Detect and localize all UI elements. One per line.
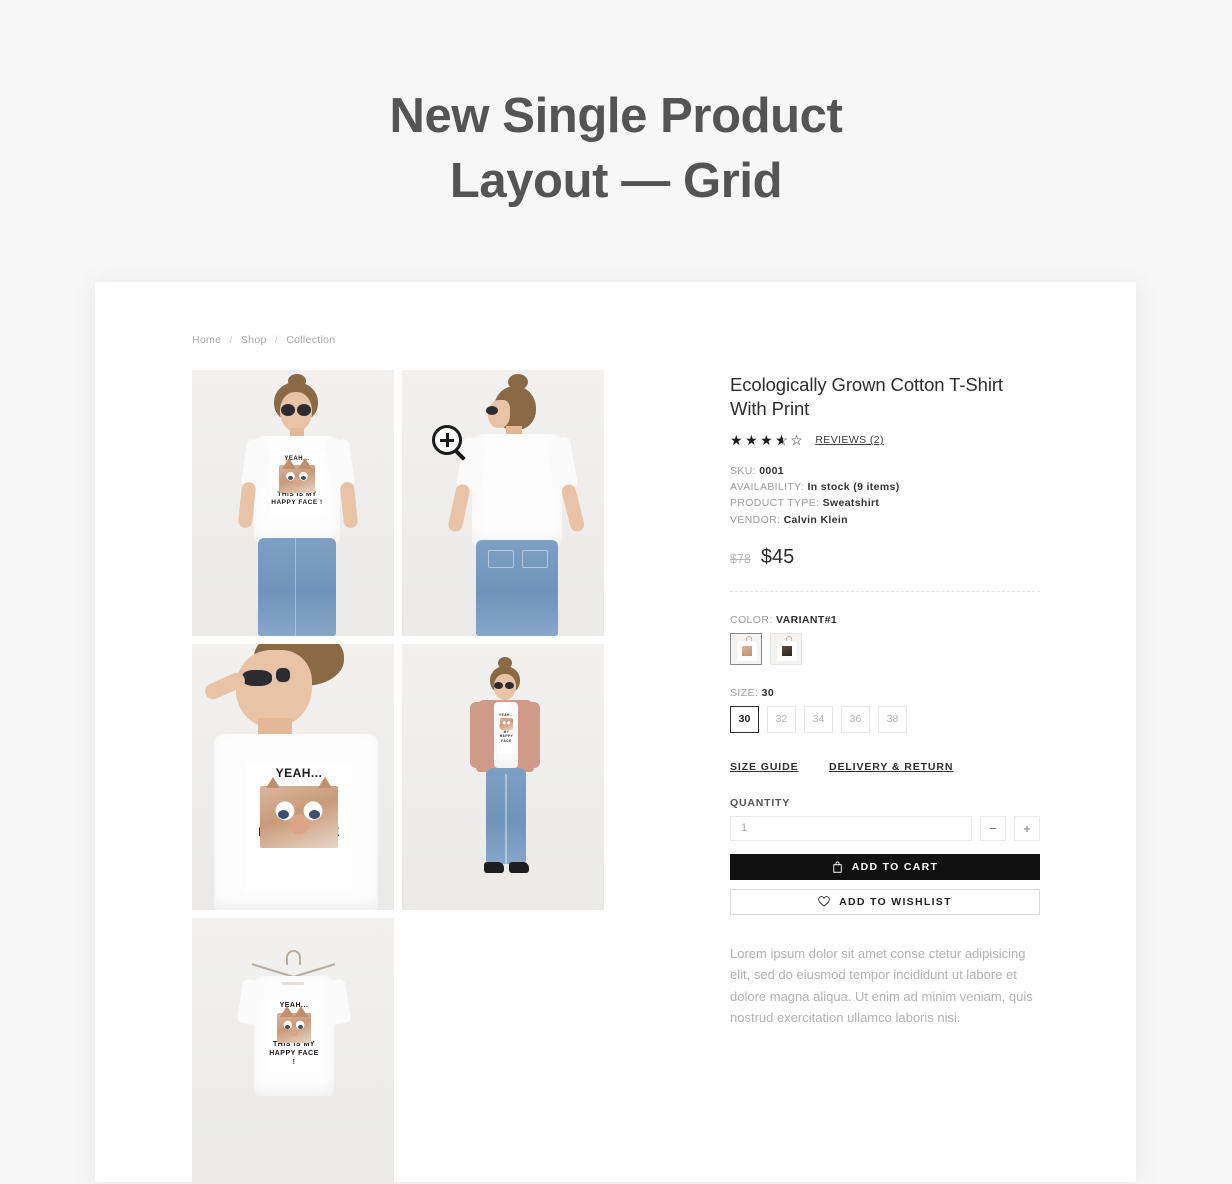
size-guide-link[interactable]: SIZE GUIDE	[730, 761, 799, 773]
page-title: New Single Product Layout — Grid	[0, 0, 1232, 214]
add-to-wishlist-label: ADD TO WISHLIST	[839, 895, 952, 908]
color-swatch-variant-2[interactable]	[770, 632, 802, 665]
price-original: $78	[730, 551, 751, 566]
quantity-label: QUANTITY	[730, 796, 791, 809]
meta-label: AVAILABILITY:	[730, 481, 805, 494]
product-meta-list: SKU: 0001 AVAILABILITY: In stock (9 item…	[730, 463, 1040, 528]
product-title: Ecologically Grown Cotton T-Shirt With P…	[730, 374, 1003, 419]
reviews-link[interactable]: REVIEWS (2)	[815, 434, 884, 446]
breadcrumb-separator: /	[274, 334, 279, 346]
color-swatch-variant-1[interactable]	[730, 632, 762, 665]
breadcrumb-separator: /	[229, 334, 233, 346]
color-label-text: COLOR:	[730, 613, 773, 626]
swatch-print	[782, 645, 792, 656]
utility-links: SIZE GUIDE DELIVERY & RETURN	[730, 757, 1040, 775]
swatch-print	[742, 645, 752, 656]
meta-row-sku: SKU: 0001	[730, 463, 1040, 479]
price-row: $78 $45	[730, 546, 1040, 569]
gallery-image-4[interactable]: YEAH... THIS IS MYHAPPY FACE	[402, 644, 604, 910]
heart-icon	[818, 896, 830, 907]
breadcrumb-item-collection[interactable]: Collection	[286, 334, 335, 346]
meta-label: VENDOR:	[730, 513, 781, 526]
meta-value: Sweatshirt	[822, 497, 880, 510]
size-option-34[interactable]: 34	[804, 705, 833, 733]
star-half: ☆★	[775, 432, 791, 448]
breadcrumb-item-shop[interactable]: Shop	[241, 334, 267, 346]
star-full: ★	[760, 432, 776, 448]
star-empty: ☆	[790, 432, 806, 448]
gallery-image-3[interactable]: YEAH... THIS IS MYHAPPY FACE	[192, 644, 394, 910]
meta-value: Calvin Klein	[783, 513, 848, 526]
meta-value: 0001	[759, 465, 784, 477]
add-to-cart-button[interactable]: ADD TO CART	[730, 853, 1040, 880]
star-rating: ★★★☆★☆	[730, 433, 805, 447]
star-full: ★	[730, 432, 746, 448]
gallery-image-2[interactable]	[402, 370, 604, 636]
page-title-line-1: New Single Product	[389, 89, 843, 143]
breadcrumb-item-home[interactable]: Home	[192, 334, 221, 346]
breadcrumb: Home / Shop / Collection	[192, 334, 1040, 346]
delivery-return-link[interactable]: DELIVERY & RETURN	[829, 761, 953, 773]
size-selected-value: 30	[761, 686, 775, 699]
quantity-stepper: − +	[730, 815, 1040, 841]
product-gallery: YEAH... THIS IS MY HAPPY FACE ! YEAH... …	[192, 370, 604, 1184]
meta-row-product-type: PRODUCT TYPE: Sweatshirt	[730, 495, 1040, 511]
product-description: Lorem ipsum dolor sit amet conse ctetur …	[730, 945, 1033, 1026]
quantity-decrement-button[interactable]: −	[980, 815, 1006, 841]
rating-row: ★★★☆★☆ REVIEWS (2)	[730, 433, 1040, 447]
divider	[730, 590, 1040, 592]
meta-value: In stock (9 items)	[807, 481, 900, 494]
meta-label: PRODUCT TYPE:	[730, 497, 820, 510]
color-selected-value: VARIANT#1	[776, 613, 838, 626]
size-label-text: SIZE:	[730, 686, 759, 699]
star-full: ★	[745, 432, 761, 448]
meta-row-availability: AVAILABILITY: In stock (9 items)	[730, 479, 1040, 495]
gallery-image-5[interactable]: YEAH... THIS IS MY HAPPY FACE !	[192, 918, 394, 1184]
size-option-32[interactable]: 32	[767, 705, 796, 733]
add-to-cart-label: ADD TO CART	[851, 860, 939, 873]
size-options: 30 32 34 36 38	[730, 705, 1040, 733]
shopping-bag-icon	[832, 861, 843, 873]
meta-label: SKU:	[730, 465, 756, 477]
product-card: Home / Shop / Collection YEAH... THIS IS…	[95, 282, 1136, 1184]
page-title-line-2: Layout — Grid	[449, 154, 783, 208]
meta-row-vendor: VENDOR: Calvin Klein	[730, 512, 1040, 528]
product-info: Ecologically Grown Cotton T-Shirt With P…	[604, 370, 1040, 1042]
size-option-38[interactable]: 38	[878, 705, 907, 733]
size-label: SIZE: 30	[730, 687, 1040, 699]
gallery-image-1[interactable]: YEAH... THIS IS MY HAPPY FACE !	[192, 370, 394, 636]
color-label: COLOR: VARIANT#1	[730, 614, 1040, 626]
add-to-wishlist-button[interactable]: ADD TO WISHLIST	[730, 888, 1040, 915]
price-current: $45	[760, 545, 795, 568]
size-option-36[interactable]: 36	[841, 705, 870, 733]
color-swatches	[730, 632, 1040, 665]
size-option-30[interactable]: 30	[730, 705, 759, 733]
quantity-input[interactable]	[730, 815, 972, 841]
quantity-increment-button[interactable]: +	[1014, 815, 1040, 841]
